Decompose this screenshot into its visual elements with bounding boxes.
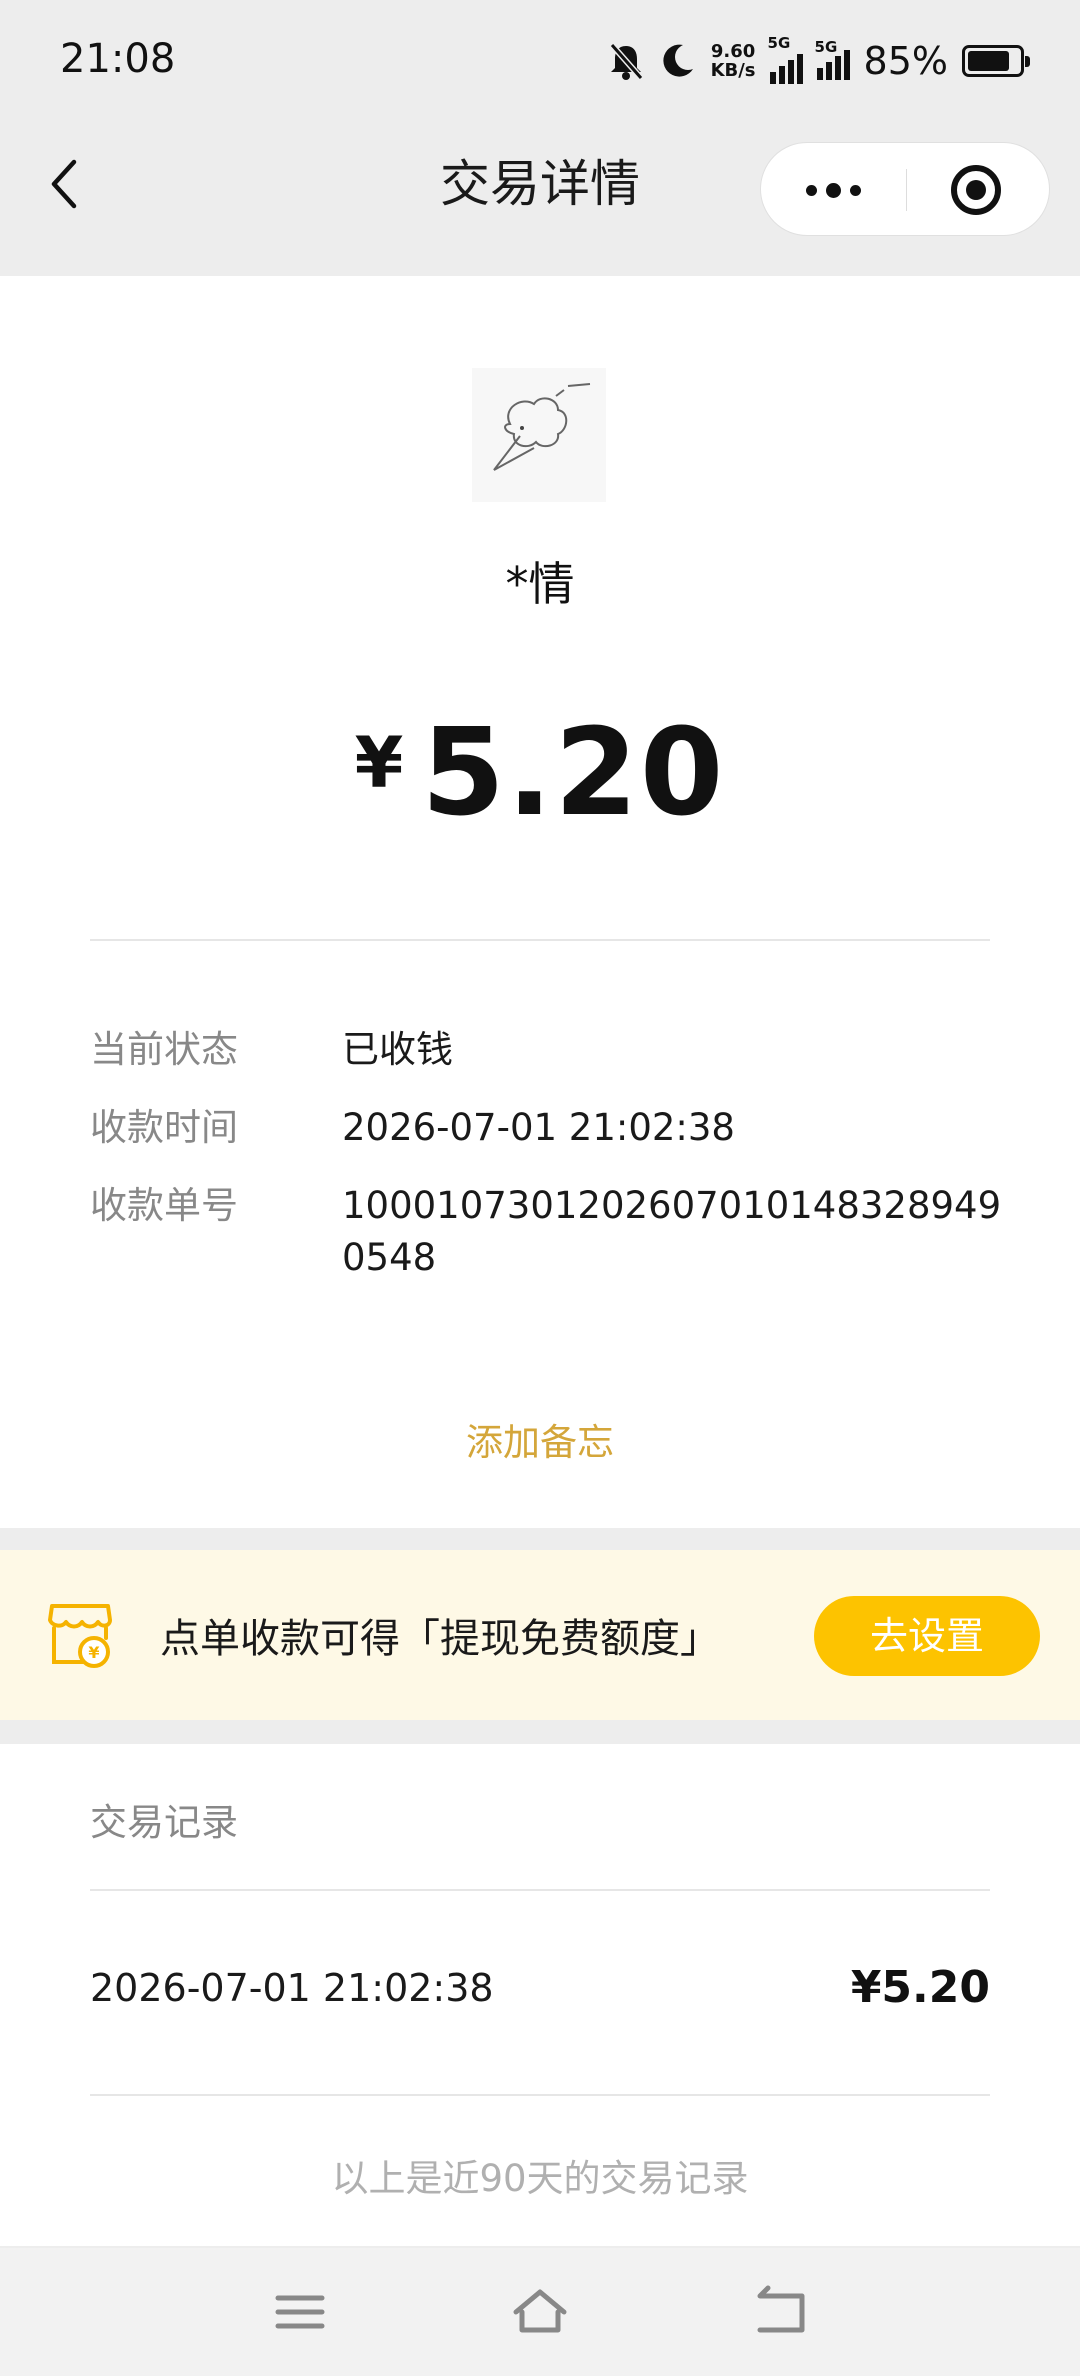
signal-icon: 5G (768, 34, 803, 84)
nav-bar: 交易详情 (0, 124, 1080, 276)
back-icon[interactable] (750, 2282, 810, 2342)
capsule-divider (906, 169, 907, 211)
battery-percent: 85% (863, 39, 948, 83)
home-icon[interactable] (510, 2282, 570, 2342)
signal-icon: 5G (815, 38, 850, 80)
promo-banner: ¥ 点单收款可得「提现免费额度」 去设置 (0, 1550, 1080, 1720)
divider (90, 939, 990, 941)
currency-symbol: ¥ (354, 722, 404, 804)
mini-program-capsule (760, 142, 1050, 236)
add-memo-link[interactable]: 添加备忘 (0, 1412, 1080, 1466)
detail-value: 已收钱 (342, 1028, 453, 1071)
go-settings-button[interactable]: 去设置 (814, 1596, 1040, 1676)
net-speed: 9.60 KB/s (710, 41, 756, 81)
target-circle-icon[interactable] (951, 165, 1001, 215)
battery-icon (962, 45, 1030, 77)
more-dots-icon[interactable] (761, 143, 906, 237)
divider (90, 1889, 990, 1891)
detail-label: 收款单号 (90, 1184, 238, 1227)
detail-value: 2026-07-01 21:02:38 (342, 1106, 735, 1149)
detail-label: 收款时间 (90, 1106, 238, 1149)
avatar (472, 368, 606, 502)
system-nav-bar (0, 2248, 1080, 2376)
record-date[interactable]: 2026-07-01 21:02:38 (90, 1966, 494, 2010)
payment-card: *情 ¥5.20 当前状态 已收钱 收款时间 2026-07-01 21:02:… (0, 276, 1080, 1528)
menu-icon[interactable] (270, 2282, 330, 2342)
status-icons: 9.60 KB/s 5G 5G 85% (607, 34, 1030, 86)
svg-text:¥: ¥ (88, 1643, 99, 1662)
amount: ¥5.20 (0, 704, 1080, 843)
transaction-records: 交易记录 2026-07-01 21:02:38 ¥5.20 以上是近90天的交… (0, 1744, 1080, 2246)
detail-value: 100010730120260701014832894905​48 (342, 1184, 1002, 1279)
record-amount[interactable]: ¥5.20 (851, 1962, 990, 2013)
amount-value: 5.20 (421, 704, 726, 843)
mute-bell-icon (609, 43, 643, 80)
records-footer-note: 以上是近90天的交易记录 (331, 2157, 749, 2200)
promo-text: 点单收款可得「提现免费额度」 (160, 1616, 720, 1662)
status-bar: 21:08 9.60 KB/s 5G 5G 85% (0, 0, 1080, 124)
detail-label: 当前状态 (90, 1028, 238, 1071)
status-time: 21:08 (60, 36, 176, 82)
records-header: 交易记录 (90, 1801, 238, 1844)
moon-icon (662, 44, 693, 77)
shop-coin-icon: ¥ (48, 1604, 112, 1668)
payer-name: *情 (505, 557, 575, 611)
divider (90, 2094, 990, 2096)
